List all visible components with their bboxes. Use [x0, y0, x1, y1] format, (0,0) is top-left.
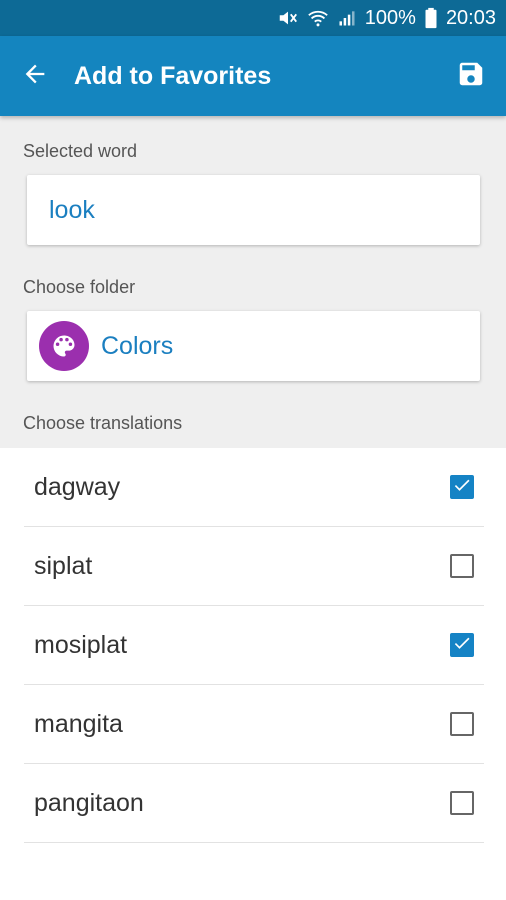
battery-icon [424, 7, 438, 29]
arrow-back-icon [21, 60, 49, 93]
list-item[interactable]: mosiplat [24, 606, 484, 685]
translation-label: mangita [34, 709, 123, 738]
wifi-icon [307, 7, 329, 29]
save-icon [456, 59, 486, 94]
battery-percent: 100% [364, 6, 416, 29]
choose-translations-label: Choose translations [23, 413, 183, 433]
checkbox[interactable] [450, 791, 474, 815]
translation-label: mosiplat [34, 630, 128, 659]
selected-word-field[interactable]: look [27, 175, 480, 245]
checkbox[interactable] [450, 633, 474, 657]
folder-selector[interactable]: Colors [27, 311, 480, 381]
translations-list: dagway siplat mosiplat mangita pangitaon [0, 448, 506, 843]
list-item[interactable]: dagway [24, 448, 484, 527]
checkbox[interactable] [450, 475, 474, 499]
save-button[interactable] [436, 36, 506, 116]
selected-word-value: look [49, 195, 95, 224]
folder-name: Colors [101, 331, 174, 360]
translation-label: dagway [34, 472, 121, 501]
clock: 20:03 [445, 6, 496, 29]
form-area: Selected word look Choose folder Colors … [0, 116, 506, 448]
translation-label: siplat [34, 551, 93, 580]
translation-label: pangitaon [34, 788, 144, 817]
list-item[interactable]: siplat [24, 527, 484, 606]
checkbox[interactable] [450, 712, 474, 736]
selected-word-label: Selected word [23, 141, 138, 161]
list-item[interactable]: mangita [24, 685, 484, 764]
check-icon [452, 475, 472, 500]
page-title: Add to Favorites [74, 61, 272, 90]
back-button[interactable] [0, 36, 70, 116]
choose-folder-label: Choose folder [23, 277, 136, 297]
list-item[interactable]: pangitaon [24, 764, 484, 843]
check-icon [452, 633, 472, 658]
signal-icon [337, 8, 357, 28]
status-bar: 100% 20:03 [0, 0, 506, 36]
mute-icon [277, 7, 299, 29]
checkbox[interactable] [450, 554, 474, 578]
app-bar: Add to Favorites [0, 36, 506, 116]
palette-icon [39, 321, 89, 371]
